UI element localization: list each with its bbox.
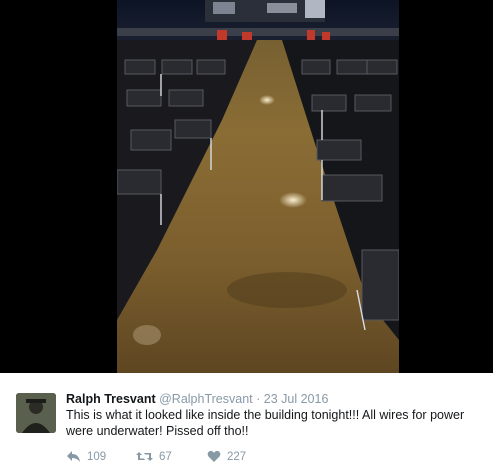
reply-icon xyxy=(67,451,80,462)
flooded-venue-image xyxy=(117,0,399,373)
like-count: 227 xyxy=(227,450,247,463)
tweet-header: Ralph Tresvant @RalphTresvant · 23 Jul 2… xyxy=(66,392,328,407)
avatar-image xyxy=(16,393,56,433)
avatar[interactable] xyxy=(16,393,56,433)
tweet-photo[interactable] xyxy=(117,0,399,373)
reply-button[interactable]: 109 xyxy=(66,450,106,463)
display-name[interactable]: Ralph Tresvant xyxy=(66,392,156,406)
retweet-count: 67 xyxy=(159,450,172,463)
like-button[interactable]: 227 xyxy=(207,450,246,463)
retweet-icon xyxy=(136,452,153,461)
tweet-date[interactable]: 23 Jul 2016 xyxy=(264,392,329,406)
reply-count: 109 xyxy=(87,450,107,463)
media-frame xyxy=(0,0,493,373)
user-handle[interactable]: @RalphTresvant xyxy=(159,392,253,406)
tweet-card: Ralph Tresvant @RalphTresvant · 23 Jul 2… xyxy=(0,373,493,472)
retweet-button[interactable]: 67 xyxy=(136,450,172,463)
tweet-text: This is what it looked like inside the b… xyxy=(66,408,465,438)
header-separator: · xyxy=(256,392,261,406)
heart-icon xyxy=(207,450,221,462)
